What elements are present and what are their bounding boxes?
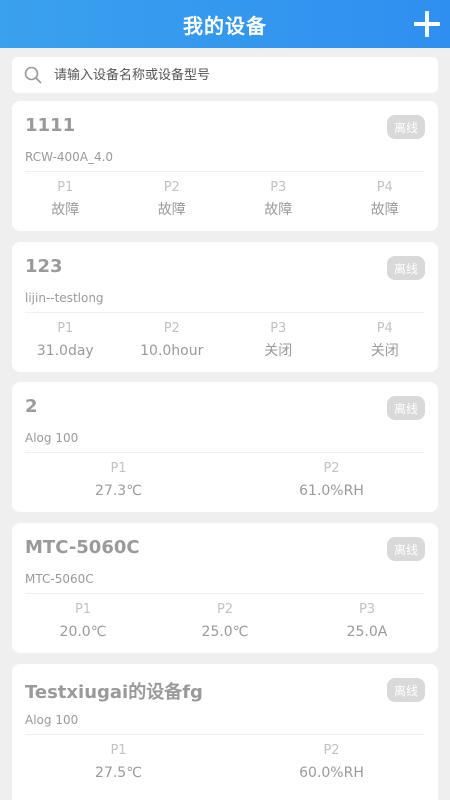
param-label: P3 xyxy=(270,321,287,336)
divider xyxy=(25,593,425,594)
param-item: P2 61.0%RH xyxy=(225,460,438,500)
divider xyxy=(25,312,425,313)
param-label: P4 xyxy=(376,180,393,195)
param-item: P1 31.0day xyxy=(12,320,119,360)
param-label: P2 xyxy=(323,743,340,758)
param-label: P1 xyxy=(110,743,127,758)
param-row: P1 27.3℃ P2 61.0%RH xyxy=(12,460,438,500)
device-model: lijin--testlong xyxy=(25,291,104,305)
param-value: 31.0day xyxy=(36,343,94,359)
param-value: 关闭 xyxy=(370,343,399,359)
device-model: MTC-5060C xyxy=(25,572,94,586)
device-card[interactable]: Testxiugai的设备fg Alog 100 离线 P1 27.5℃ P2 … xyxy=(12,664,438,800)
param-value: 61.0%RH xyxy=(299,483,364,499)
divider xyxy=(25,171,425,172)
status-badge: 离线 xyxy=(387,115,425,139)
param-label: P2 xyxy=(163,180,180,195)
param-label: P2 xyxy=(216,602,234,617)
param-label: P2 xyxy=(323,461,340,476)
param-label: P1 xyxy=(110,461,127,476)
param-label: P2 xyxy=(163,321,180,336)
param-item: P1 故障 xyxy=(12,179,119,219)
device-name: 2 xyxy=(25,396,38,417)
param-value: 27.5℃ xyxy=(95,765,142,781)
param-item: P1 27.5℃ xyxy=(12,742,225,782)
param-row: P1 故障 P2 故障 P3 故障 P4 故障 xyxy=(12,179,438,219)
param-value: 25.0℃ xyxy=(201,624,249,640)
param-item: P3 故障 xyxy=(225,179,332,219)
device-card[interactable]: 123 lijin--testlong 离线 P1 31.0day P2 10.… xyxy=(12,242,438,372)
param-value: 故障 xyxy=(370,202,399,218)
param-value: 故障 xyxy=(157,202,186,218)
param-label: P1 xyxy=(57,321,74,336)
param-value: 20.0℃ xyxy=(59,624,107,640)
status-badge: 离线 xyxy=(387,537,425,561)
device-name: Testxiugai的设备fg xyxy=(25,682,203,703)
param-item: P2 故障 xyxy=(119,179,226,219)
param-row: P1 31.0day P2 10.0hour P3 关闭 P4 关闭 xyxy=(12,320,438,360)
param-value: 25.0A xyxy=(346,624,388,640)
param-item: P2 60.0%RH xyxy=(225,742,438,782)
page-title: 我的设备 xyxy=(183,13,267,38)
search-input[interactable] xyxy=(54,67,414,83)
param-item: P3 关闭 xyxy=(225,320,332,360)
status-badge: 离线 xyxy=(387,678,425,702)
add-device-button[interactable] xyxy=(414,11,440,37)
param-label: P4 xyxy=(376,321,393,336)
device-model: RCW-400A_4.0 xyxy=(25,150,114,164)
divider xyxy=(25,452,425,453)
param-item: P2 10.0hour xyxy=(119,320,226,360)
param-label: P3 xyxy=(358,602,376,617)
search-bar[interactable] xyxy=(12,57,438,93)
param-value: 27.3℃ xyxy=(95,483,142,499)
device-name: MTC-5060C xyxy=(25,537,140,558)
param-value: 故障 xyxy=(264,202,293,218)
param-item: P2 25.0℃ xyxy=(154,601,296,641)
device-name: 1111 xyxy=(25,115,76,136)
search-icon xyxy=(24,66,42,84)
param-value: 10.0hour xyxy=(140,343,204,359)
device-model: Alog 100 xyxy=(25,431,79,445)
param-label: P3 xyxy=(270,180,287,195)
param-value: 关闭 xyxy=(264,343,293,359)
param-item: P3 25.0A xyxy=(296,601,438,641)
param-row: P1 20.0℃ P2 25.0℃ P3 25.0A xyxy=(12,601,438,641)
param-item: P4 关闭 xyxy=(332,320,439,360)
device-card[interactable]: MTC-5060C MTC-5060C 离线 P1 20.0℃ P2 25.0℃… xyxy=(12,523,438,653)
device-card[interactable]: 1111 RCW-400A_4.0 离线 P1 故障 P2 故障 P3 故障 P… xyxy=(12,101,438,231)
device-name: 123 xyxy=(25,256,63,277)
device-model: Alog 100 xyxy=(25,713,79,727)
param-item: P1 20.0℃ xyxy=(12,601,154,641)
divider xyxy=(25,734,425,735)
param-row: P1 27.5℃ P2 60.0%RH xyxy=(12,742,438,782)
param-item: P4 故障 xyxy=(332,179,439,219)
param-value: 60.0%RH xyxy=(299,765,364,781)
status-badge: 离线 xyxy=(387,256,425,280)
param-item: P1 27.3℃ xyxy=(12,460,225,500)
status-badge: 离线 xyxy=(387,396,425,420)
param-label: P1 xyxy=(57,180,74,195)
device-card[interactable]: 2 Alog 100 离线 P1 27.3℃ P2 61.0%RH xyxy=(12,382,438,512)
param-label: P1 xyxy=(74,602,92,617)
app-header: 我的设备 xyxy=(0,0,450,48)
param-value: 故障 xyxy=(51,202,80,218)
